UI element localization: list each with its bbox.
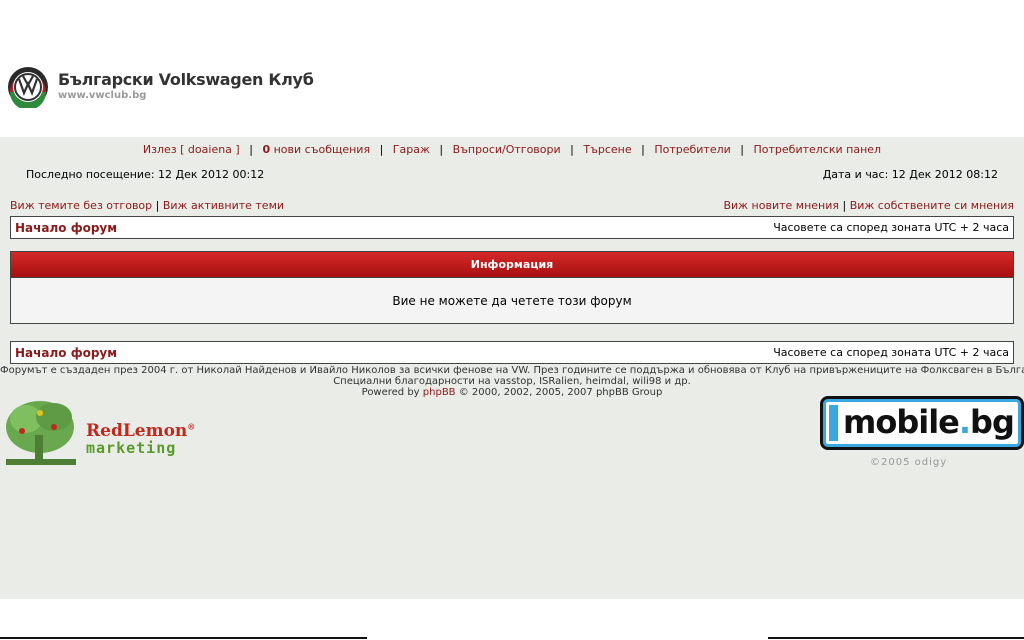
last-visit: Последно посещение: 12 Дек 2012 00:12	[26, 168, 265, 181]
redlemon-brand-text: RedLemon	[86, 421, 188, 441]
powered-suffix: © 2000, 2002, 2005, 2007 phpBB Group	[455, 387, 663, 398]
footer-about: Форумът е създаден през 2004 г. от Никол…	[0, 365, 1024, 376]
top-navigation: Излез [ doaiena ] | 0 нови съобщения | Г…	[0, 143, 1024, 156]
topic-links-right: Виж новите мнения | Виж собствените си м…	[723, 199, 1014, 212]
breadcrumb: Начало форум Часовете са според зоната U…	[10, 216, 1014, 239]
nav-separator: |	[641, 143, 645, 156]
page-bottom	[0, 599, 1024, 640]
new-messages-label: нови съобщения	[270, 143, 371, 156]
search-link[interactable]: Търсене	[583, 143, 631, 156]
forum-home-link[interactable]: Начало форум	[15, 221, 117, 235]
links-separator: |	[842, 199, 847, 212]
mobile-logo-tld: bg	[970, 403, 1015, 441]
current-time: Дата и час: 12 Дек 2012 08:12	[822, 168, 998, 181]
breadcrumb: Начало форум Часовете са според зоната U…	[10, 341, 1014, 364]
new-posts-link[interactable]: Виж новите мнения	[723, 199, 839, 212]
faq-link[interactable]: Въпроси/Отговори	[453, 143, 561, 156]
info-panel: Информация Вие не можете да четете този …	[10, 251, 1014, 324]
user-panel-link[interactable]: Потребителски панел	[754, 143, 882, 156]
forum-home-link[interactable]: Начало форум	[15, 346, 117, 360]
odigy-credit: ©2005 odigy	[870, 457, 948, 468]
info-message: Вие не можете да четете този форум	[392, 294, 632, 308]
links-separator: |	[155, 199, 160, 212]
new-messages-link[interactable]: 0 нови съобщения	[262, 143, 370, 156]
vw-logo-icon[interactable]	[7, 66, 49, 108]
mobile-bg-logo[interactable]: mobile.bg	[820, 396, 1024, 450]
mobile-logo-dot: .	[958, 403, 971, 441]
divider	[0, 637, 367, 639]
nav-separator: |	[249, 143, 253, 156]
site-title: Български Volkswagen Клуб	[58, 70, 314, 89]
nav-separator: |	[740, 143, 744, 156]
timezone-note: Часовете са според зоната UTC + 2 часа	[773, 346, 1009, 359]
mobile-logo-bar	[829, 405, 838, 441]
redlemon-subtitle: marketing	[86, 439, 177, 457]
nav-separator: |	[439, 143, 444, 156]
active-topics-link[interactable]: Виж активните теми	[163, 199, 284, 212]
nav-separator: |	[570, 143, 574, 156]
nav-separator: |	[379, 143, 384, 156]
footer-thanks: Специални благодарности на vasstop, ISRa…	[333, 376, 691, 387]
new-messages-count: 0	[262, 143, 271, 156]
powered-prefix: Powered by	[361, 387, 423, 398]
mobile-logo-main: mobile	[843, 403, 960, 441]
garage-link[interactable]: Гараж	[393, 143, 430, 156]
info-heading: Информация	[11, 252, 1013, 278]
timezone-note: Часовете са според зоната UTC + 2 часа	[773, 221, 1009, 234]
unanswered-topics-link[interactable]: Виж темите без отговор	[10, 199, 152, 212]
site-footer: Форумът е създаден през 2004 г. от Никол…	[0, 365, 1024, 398]
phpbb-link[interactable]: phpBB	[423, 387, 456, 398]
forum-body: Излез [ doaiena ] | 0 нови съобщения | Г…	[0, 137, 1024, 599]
logout-link[interactable]: Излез [ doaiena ]	[143, 143, 240, 156]
redlemon-brand[interactable]: RedLemon®	[86, 421, 195, 441]
redlemon-registered-mark: ®	[187, 421, 196, 432]
site-url: www.vwclub.bg	[58, 90, 147, 101]
site-header: Български Volkswagen Клуб www.vwclub.bg	[0, 0, 1024, 137]
divider	[768, 637, 1024, 639]
mobile-logo-text: mobile.bg	[843, 403, 1015, 441]
members-link[interactable]: Потребители	[654, 143, 730, 156]
topic-links-left: Виж темите без отговор | Виж активните т…	[10, 199, 284, 212]
own-posts-link[interactable]: Виж собствените си мнения	[850, 199, 1014, 212]
